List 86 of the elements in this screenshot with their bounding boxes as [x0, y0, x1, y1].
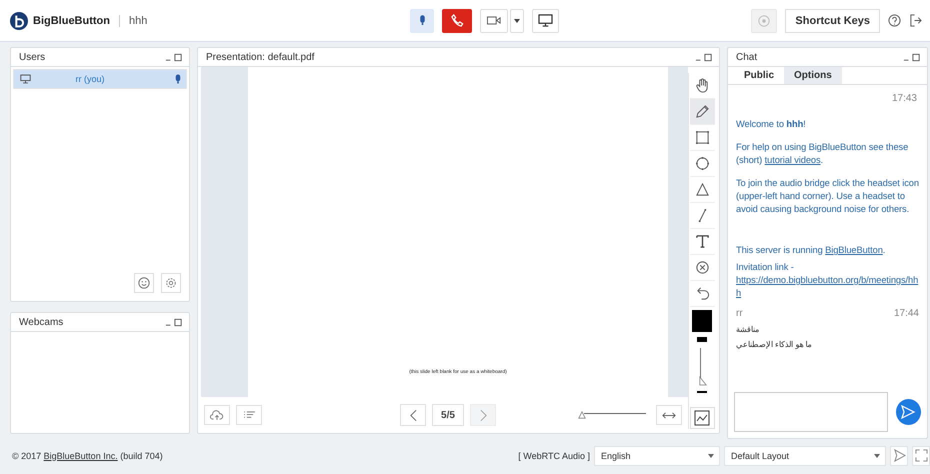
chat-link[interactable]: tutorial videos [764, 155, 821, 165]
copyright-text: © 2017 BigBlueButton Inc. (build 704) [12, 450, 163, 460]
chart-button[interactable] [690, 407, 714, 429]
camera-icon [487, 16, 501, 25]
microphone-icon [175, 74, 181, 84]
zoom-slider[interactable] [580, 410, 646, 420]
apply-layout-button[interactable] [890, 446, 908, 466]
layout-select[interactable]: Default Layout [724, 446, 886, 466]
window-controls-icon[interactable] [165, 52, 183, 62]
chat-link[interactable]: https://demo.bigbluebutton.org/b/meetings/hhh [736, 274, 919, 300]
company-link[interactable]: BigBlueButton Inc. [44, 450, 118, 460]
welcome-paragraph: To join the audio bridge click the headset icon (upper-left hand corner). Use a headset to avoid causing background noise for others. [736, 177, 919, 216]
pencil-icon [694, 104, 710, 119]
fullscreen-icon [914, 449, 928, 462]
help-icon[interactable] [888, 14, 901, 27]
triangle-icon [694, 182, 710, 197]
welcome-paragraph: Welcome to hhh! [736, 118, 807, 131]
settings-button[interactable] [161, 273, 181, 293]
page-number-button[interactable]: 5/5 [432, 404, 464, 426]
fullscreen-button[interactable] [912, 446, 930, 466]
thickness-indicator [697, 391, 707, 393]
microphone-icon [418, 14, 426, 27]
message-time: 17:44 [894, 308, 919, 319]
caret-button[interactable] [510, 8, 524, 32]
panel-title: Users [19, 52, 46, 62]
monitor-icon [20, 74, 31, 84]
message-input[interactable] [734, 392, 888, 432]
cloud-upload-icon [210, 410, 224, 420]
user-name: rr (you) [76, 74, 104, 84]
window-controls-icon[interactable] [165, 318, 183, 326]
record-icon [758, 14, 770, 26]
window-controls-icon[interactable] [695, 52, 713, 62]
caret-icon [514, 18, 520, 22]
panel-title: Presentation: default.pdf [206, 52, 314, 62]
message-text: ما هو الذكاء الإصطناعي [736, 340, 812, 349]
rectangle-icon [694, 130, 710, 145]
tool-button[interactable] [690, 99, 714, 125]
panel-title: Webcams [19, 316, 64, 328]
user-row[interactable]: rr (you) [13, 69, 187, 89]
welcome-paragraph: For help on using BigBlueButton see these (short) tutorial videos. [736, 141, 910, 167]
circle-icon [694, 156, 710, 171]
app-name: BigBlueButton [33, 14, 110, 26]
language-select[interactable]: English [594, 446, 720, 466]
sender-name: rr [736, 308, 743, 319]
hand-icon [694, 78, 710, 93]
welcome-paragraph: Invitation link - https://demo.bigbluebutton.org/b/meetings/hhh [736, 261, 919, 300]
logout-icon[interactable] [909, 14, 922, 27]
message-text: مناقشة [736, 325, 759, 334]
settings-icon [165, 277, 177, 289]
camera-button[interactable] [480, 8, 508, 32]
logo-icon [10, 12, 28, 30]
welcome-paragraph: This server is running BigBlueButton. [736, 244, 886, 257]
smiley-icon [138, 277, 150, 289]
message-time: 17:43 [890, 93, 917, 104]
list-icon [242, 410, 256, 420]
clear-icon [694, 260, 710, 275]
meeting-name: hhh [128, 14, 148, 26]
audio-status: [ WebRTC Audio ] [518, 450, 590, 460]
send-button[interactable] [896, 399, 921, 425]
chevron-left-icon [410, 408, 416, 422]
fit-width-button[interactable] [656, 405, 682, 425]
microphone-button[interactable] [410, 8, 434, 32]
slides-list-button[interactable] [236, 405, 262, 425]
send-icon [892, 449, 906, 462]
undo-icon [694, 286, 710, 301]
caret-icon [708, 454, 714, 458]
slider-thumb[interactable] [578, 411, 586, 419]
thickness-indicator [697, 337, 707, 342]
window-controls-icon[interactable] [903, 52, 921, 62]
caret-icon [874, 454, 880, 458]
phone-icon [450, 14, 464, 27]
text-icon [694, 234, 710, 249]
emoji-button[interactable] [134, 273, 154, 293]
upload-button[interactable] [204, 405, 230, 425]
color-swatch[interactable] [692, 310, 712, 332]
chart-icon [694, 410, 710, 426]
chat-tab[interactable]: Options [784, 67, 842, 84]
double-arrow-icon [662, 412, 676, 418]
send-icon [900, 404, 916, 420]
screen-share-button[interactable] [532, 8, 559, 32]
chevron-right-icon [480, 408, 486, 422]
monitor-icon [538, 14, 553, 27]
chat-link[interactable]: BigBlueButton [825, 245, 883, 255]
phone-button[interactable] [442, 8, 472, 32]
shortcut-keys-button[interactable]: Shortcut Keys [785, 8, 880, 32]
panel-title: Chat [736, 52, 758, 62]
